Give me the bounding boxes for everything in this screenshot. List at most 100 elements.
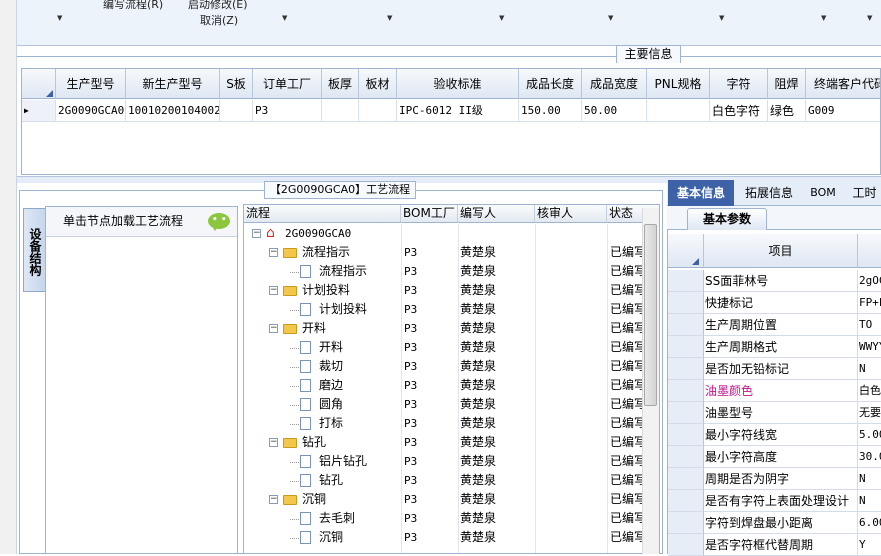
- tree-row[interactable]: 磨边 P3 黄楚泉 已编写: [244, 376, 654, 395]
- tree-row[interactable]: 沉铜 P3 黄楚泉 已编写: [244, 528, 654, 547]
- property-row-header[interactable]: [668, 358, 704, 380]
- property-value[interactable]: Y: [858, 534, 881, 556]
- tree-cell-author[interactable]: 黄楚泉: [460, 433, 534, 452]
- tree-cell-reviewer[interactable]: [537, 376, 605, 395]
- tree-expander-icon[interactable]: −: [252, 229, 261, 238]
- dropdown-arrow-icon[interactable]: ▼: [499, 14, 504, 22]
- grid-cell[interactable]: 2G0090GCA0: [56, 100, 126, 122]
- tree-row[interactable]: 打标 P3 黄楚泉 已编写: [244, 414, 654, 433]
- tree-cell-factory[interactable]: P3: [404, 243, 456, 262]
- grid-header-cell[interactable]: PNL规格: [647, 69, 710, 99]
- tree-cell-reviewer[interactable]: [537, 357, 605, 376]
- dropdown-arrow-icon[interactable]: ▼: [867, 14, 872, 22]
- property-value[interactable]: 2gOC: [858, 270, 881, 292]
- tree-expander-icon[interactable]: −: [269, 286, 278, 295]
- tree-row[interactable]: 裁切 P3 黄楚泉 已编写: [244, 357, 654, 376]
- tree-cell-author[interactable]: 黄楚泉: [460, 509, 534, 528]
- tree-cell-factory[interactable]: P3: [404, 433, 456, 452]
- tree-cell-reviewer[interactable]: [537, 395, 605, 414]
- tree-node-label[interactable]: 计划投料: [302, 281, 400, 300]
- dropdown-arrow-icon[interactable]: ▼: [57, 14, 62, 22]
- tree-cell-factory[interactable]: P3: [404, 262, 456, 281]
- grid-header-cell[interactable]: 字符: [710, 69, 768, 99]
- tree-cell-author[interactable]: 黄楚泉: [460, 471, 534, 490]
- property-value[interactable]: FP+L: [858, 292, 881, 314]
- grid-header-cell[interactable]: 板材: [359, 69, 397, 99]
- tree-cell-factory[interactable]: [404, 224, 456, 243]
- tree-cell-author[interactable]: 黄楚泉: [460, 243, 534, 262]
- tree-cell-author[interactable]: 黄楚泉: [460, 338, 534, 357]
- tree-node-label[interactable]: 2G0090GCA0: [285, 224, 400, 243]
- tree-header-cell[interactable]: 核审人: [535, 205, 607, 223]
- tree-cell-reviewer[interactable]: [537, 433, 605, 452]
- tree-cell-factory[interactable]: P3: [404, 490, 456, 509]
- tree-cell-author[interactable]: [460, 224, 534, 243]
- property-value[interactable]: 5.00: [858, 424, 881, 446]
- dropdown-arrow-icon[interactable]: ▼: [719, 14, 724, 22]
- toolbar-cancel[interactable]: 取消(Z): [200, 12, 238, 28]
- grid-cell[interactable]: 50.00: [582, 100, 647, 122]
- tree-cell-reviewer[interactable]: [537, 509, 605, 528]
- tree-row[interactable]: 开料 P3 黄楚泉 已编写: [244, 338, 654, 357]
- grid-header-cell[interactable]: 验收标准: [397, 69, 519, 99]
- tree-cell-factory[interactable]: P3: [404, 528, 456, 547]
- tree-cell-factory[interactable]: P3: [404, 395, 456, 414]
- property-row[interactable]: 字符到焊盘最小距离6.00: [668, 512, 881, 534]
- property-row[interactable]: 是否加无铅标记 N: [668, 358, 881, 380]
- tree-node-label[interactable]: 磨边: [319, 376, 400, 395]
- tree-expander-icon[interactable]: −: [269, 248, 278, 257]
- tree-node-label[interactable]: 去毛刺: [319, 509, 400, 528]
- grid-cell[interactable]: P3: [253, 100, 322, 122]
- tree-node-label[interactable]: 打标: [319, 414, 400, 433]
- tree-cell-factory[interactable]: P3: [404, 300, 456, 319]
- tree-expander-icon[interactable]: −: [269, 324, 278, 333]
- tree-cell-factory[interactable]: P3: [404, 414, 456, 433]
- property-row[interactable]: 最小字符高度30.0: [668, 446, 881, 468]
- grid-cell[interactable]: G009: [806, 100, 880, 122]
- property-row-header[interactable]: [668, 292, 704, 314]
- tree-node-label[interactable]: 计划投料: [319, 300, 400, 319]
- tree-row[interactable]: 流程指示 P3 黄楚泉 已编写: [244, 262, 654, 281]
- property-value[interactable]: N: [858, 490, 881, 512]
- tree-cell-author[interactable]: 黄楚泉: [460, 452, 534, 471]
- grid-cell[interactable]: 绿色: [768, 100, 806, 122]
- tree-cell-factory[interactable]: P3: [404, 471, 456, 490]
- property-row-header[interactable]: [668, 446, 704, 468]
- tree-row[interactable]: − 钻孔 P3 黄楚泉 已编写: [244, 433, 654, 452]
- tab-extended-info[interactable]: 拓展信息: [738, 180, 800, 206]
- property-value[interactable]: 30.0: [858, 446, 881, 468]
- tree-cell-reviewer[interactable]: [537, 452, 605, 471]
- tree-row[interactable]: − 计划投料 P3 黄楚泉 已编写: [244, 281, 654, 300]
- tree-header-cell[interactable]: 编写人: [458, 205, 535, 223]
- grid-cell[interactable]: 10010200104002: [126, 100, 220, 122]
- tree-row[interactable]: − 开料 P3 黄楚泉 已编写: [244, 319, 654, 338]
- tree-cell-factory[interactable]: P3: [404, 281, 456, 300]
- property-row[interactable]: 油墨颜色 白色: [668, 380, 881, 402]
- subtab-basic-params[interactable]: 基本参数: [687, 208, 767, 230]
- property-value[interactable]: N: [858, 468, 881, 490]
- properties-header-value[interactable]: [858, 234, 881, 268]
- tree-cell-author[interactable]: 黄楚泉: [460, 300, 534, 319]
- tree-node-label[interactable]: 沉铜: [302, 490, 400, 509]
- grid-header-cell[interactable]: 新生产型号: [126, 69, 220, 99]
- tree-expander-icon[interactable]: −: [269, 438, 278, 447]
- property-row-header[interactable]: [668, 336, 704, 358]
- dropdown-arrow-icon[interactable]: ▼: [387, 14, 392, 22]
- tree-cell-author[interactable]: 黄楚泉: [460, 490, 534, 509]
- vertical-tab-equipment[interactable]: 设备结构: [23, 208, 45, 292]
- tree-cell-reviewer[interactable]: [537, 319, 605, 338]
- tree-cell-reviewer[interactable]: [537, 490, 605, 509]
- row-selector-icon[interactable]: ▶: [22, 100, 56, 122]
- tree-node-label[interactable]: 开料: [302, 319, 400, 338]
- grid-cell[interactable]: [220, 100, 253, 122]
- dropdown-arrow-icon[interactable]: ▼: [821, 14, 826, 22]
- toolbar-start-modify[interactable]: 启动修改(E): [188, 0, 248, 12]
- grid-cell[interactable]: [322, 100, 359, 122]
- tree-node-label[interactable]: 流程指示: [319, 262, 400, 281]
- property-row[interactable]: SS面菲林号2gOC: [668, 270, 881, 292]
- property-row-header[interactable]: [668, 314, 704, 336]
- tree-scrollbar-thumb[interactable]: [644, 224, 657, 406]
- tree-cell-author[interactable]: 黄楚泉: [460, 357, 534, 376]
- tree-cell-author[interactable]: 黄楚泉: [460, 376, 534, 395]
- grid-cell[interactable]: [647, 100, 710, 122]
